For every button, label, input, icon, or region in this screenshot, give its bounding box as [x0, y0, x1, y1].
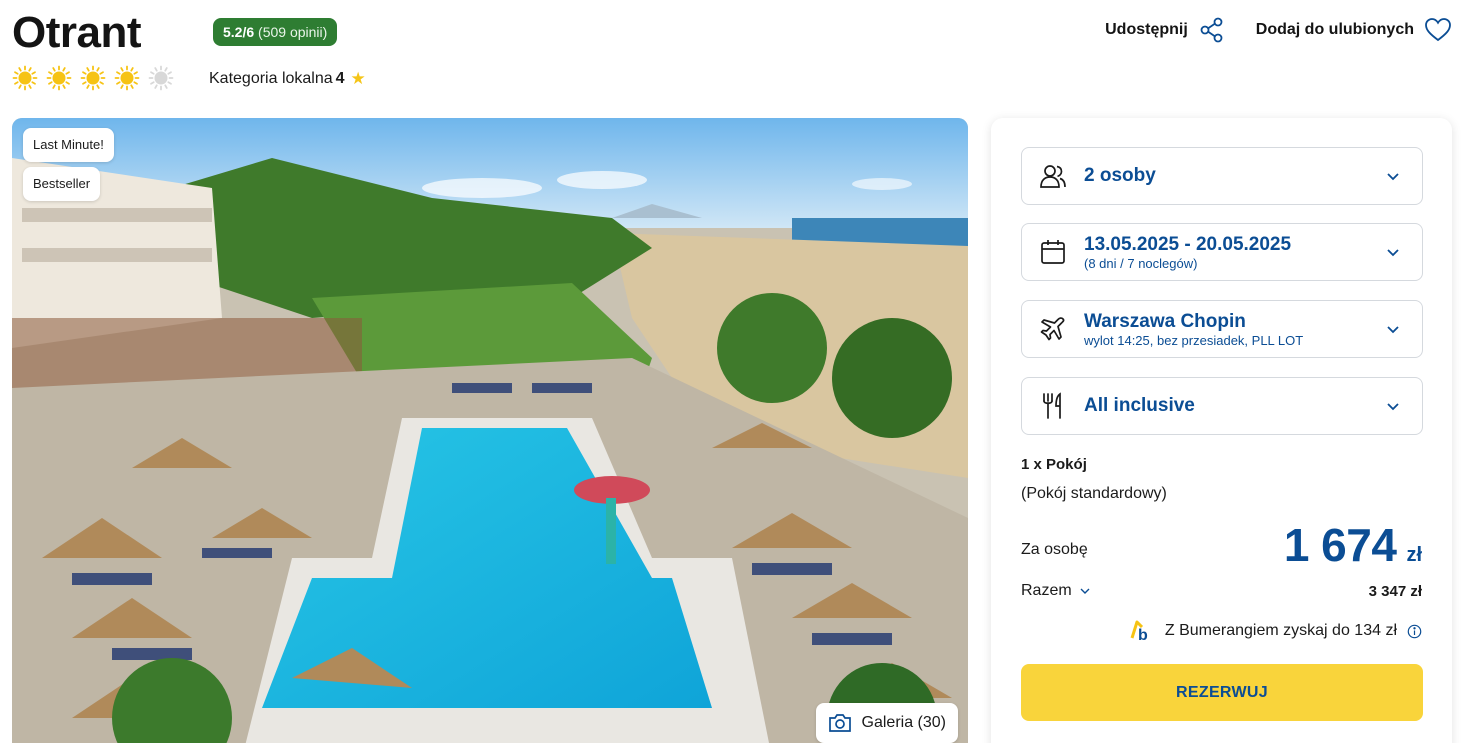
- persons-select[interactable]: 2 osoby: [1021, 147, 1423, 205]
- hotel-offer-page: Otrant 5.2/6 (509 opinii) Kategoria loka…: [0, 0, 1470, 743]
- category-value: 4: [335, 70, 345, 87]
- star-icon: ★: [350, 69, 366, 88]
- people-icon: [1040, 165, 1066, 188]
- book-button[interactable]: REZERWUJ: [1021, 664, 1423, 721]
- local-category: Kategoria lokalna 4 ★: [209, 69, 366, 89]
- persons-value: 2 osoby: [1084, 165, 1156, 186]
- sun-rating: [12, 65, 174, 91]
- sun-icon: [114, 65, 140, 91]
- gallery-button[interactable]: Galeria (30): [815, 703, 958, 743]
- board-select[interactable]: All inclusive: [1021, 377, 1423, 435]
- departure-select[interactable]: Warszawa Chopin wylot 14:25, bez przesia…: [1021, 300, 1423, 358]
- bumerang-info: b Z Bumerangiem zyskaj do 134 zł: [1129, 618, 1422, 644]
- sun-empty-icon: [148, 65, 174, 91]
- rating-reviews: (509 opinii): [258, 24, 328, 40]
- calendar-icon: [1041, 240, 1065, 264]
- chevron-down-icon: [1080, 588, 1090, 594]
- share-button[interactable]: Udostępnij: [1105, 16, 1226, 44]
- cutlery-icon: [1043, 392, 1061, 419]
- price-currency: zł: [1406, 544, 1422, 566]
- total-value: 3 347 zł: [1368, 583, 1422, 600]
- price-value: 1 674: [1283, 519, 1397, 571]
- share-label: Udostępnij: [1105, 21, 1188, 38]
- svg-text:b: b: [1138, 627, 1148, 644]
- room-count: 1 x Pokój: [1021, 456, 1087, 473]
- header-actions: Udostępnij Dodaj do ulubionych: [1105, 16, 1452, 44]
- badge-last-minute: Last Minute!: [23, 128, 114, 162]
- rating-badge[interactable]: 5.2/6 (509 opinii): [213, 18, 338, 46]
- badge-bestseller: Bestseller: [23, 167, 101, 201]
- bumerang-text: Z Bumerangiem zyskaj do 134 zł: [1164, 622, 1397, 639]
- departure-sub: wylot 14:25, bez przesiadek, PLL LOT: [1084, 332, 1304, 348]
- total-label: Razem: [1021, 582, 1072, 599]
- info-icon[interactable]: [1407, 624, 1422, 639]
- chevron-down-icon: [1387, 173, 1399, 181]
- gallery-label: Galeria (30): [861, 714, 946, 731]
- camera-icon: [828, 714, 851, 732]
- sun-icon: [46, 65, 72, 91]
- departure-value: Warszawa Chopin: [1084, 310, 1246, 332]
- board-value: All inclusive: [1084, 395, 1195, 416]
- hotel-name: Otrant: [12, 8, 142, 57]
- dates-sub: (8 dni / 7 noclegów): [1084, 255, 1198, 271]
- favorite-button[interactable]: Dodaj do ulubionych: [1256, 16, 1452, 44]
- price-per-person-label: Za osobę: [1021, 541, 1088, 558]
- total-toggle[interactable]: Razem: [1021, 582, 1090, 600]
- booking-panel: 2 osoby 13.05.2025 - 20.05.2025 (8 dni /…: [991, 118, 1452, 743]
- sun-icon: [80, 65, 106, 91]
- share-icon: [1200, 17, 1223, 43]
- dates-select[interactable]: 13.05.2025 - 20.05.2025 (8 dni / 7 nocle…: [1021, 223, 1423, 281]
- chevron-down-icon: [1387, 249, 1399, 257]
- rating-score: 5.2/6: [223, 24, 255, 40]
- dates-value: 13.05.2025 - 20.05.2025: [1084, 233, 1292, 255]
- room-type: (Pokój standardowy): [1021, 485, 1167, 502]
- favorite-label: Dodaj do ulubionych: [1255, 21, 1414, 38]
- bumerang-logo-icon: b: [1130, 620, 1148, 644]
- hotel-pool-image: [12, 118, 968, 743]
- plane-icon: [1040, 317, 1065, 341]
- chevron-down-icon: [1387, 403, 1399, 411]
- heart-icon: [1425, 18, 1451, 42]
- chevron-down-icon: [1387, 326, 1399, 334]
- price-per-person: 1 674 zł: [1284, 518, 1422, 572]
- sun-icon: [12, 65, 38, 91]
- category-label: Kategoria lokalna: [209, 70, 333, 87]
- hotel-photo[interactable]: Last Minute! Bestseller Galeria (30): [12, 118, 968, 743]
